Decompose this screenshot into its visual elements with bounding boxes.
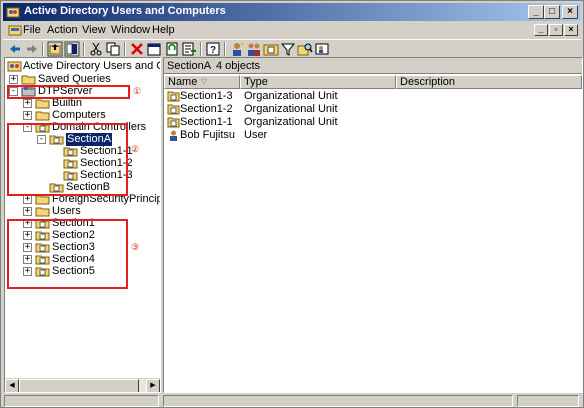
column-type[interactable]: Type (240, 75, 396, 89)
mdi-restore-button[interactable]: ▫ (549, 24, 563, 36)
title-bar[interactable]: Active Directory Users and Computers _ □… (3, 3, 581, 21)
copy-icon[interactable] (105, 41, 121, 57)
menu-help[interactable]: Help (152, 23, 175, 37)
list-item-name: Bob Fujitsu (180, 129, 236, 141)
status-bar (3, 394, 581, 408)
folder-icon (21, 75, 36, 85)
tree-horizontal-scrollbar[interactable]: ◀ ▶ (5, 378, 160, 392)
add-to-group-icon[interactable] (314, 41, 330, 57)
expand-icon[interactable]: + (23, 195, 32, 204)
folder-icon (35, 207, 50, 217)
new-group-icon[interactable] (246, 41, 262, 57)
annotation-box-1 (7, 85, 130, 99)
mmc-menu-icon[interactable] (7, 22, 23, 38)
list-item-type: User (244, 129, 268, 141)
toolbar-separator (224, 42, 226, 56)
details-location: SectionA (167, 60, 212, 72)
toolbar-separator (124, 42, 126, 56)
folder-icon (35, 111, 50, 121)
list-item[interactable]: Section1-2 Organizational Unit (164, 103, 582, 116)
toolbar-separator (83, 42, 85, 56)
scroll-thumb[interactable] (19, 379, 139, 392)
list-item-name: Section1-2 (180, 103, 233, 115)
column-name[interactable]: Name ▽ (164, 75, 240, 89)
ou-icon (167, 104, 180, 115)
forward-icon[interactable] (24, 41, 40, 57)
aduc-app-icon (6, 7, 20, 18)
toolbar-separator (200, 42, 202, 56)
menu-window[interactable]: Window (111, 23, 150, 37)
expand-icon[interactable]: + (23, 111, 32, 120)
menu-bar: File Action View Window Help _ ▫ × (3, 21, 581, 39)
delete-icon[interactable] (129, 41, 145, 57)
mdi-minimize-button[interactable]: _ (534, 24, 548, 36)
status-cell-left (4, 395, 159, 407)
aduc-root-icon (7, 61, 22, 72)
expand-icon[interactable]: + (9, 75, 18, 84)
ou-icon (167, 117, 180, 128)
details-pane: SectionA 4 objects Name ▽ Type Descripti… (163, 57, 583, 393)
status-cell-right (517, 395, 579, 407)
scroll-right-arrow-icon[interactable]: ▶ (146, 379, 160, 392)
annotation-number-2: ② (131, 144, 140, 154)
status-cell-middle (163, 395, 513, 407)
expand-icon[interactable]: + (23, 207, 32, 216)
list-item[interactable]: Bob Fujitsu User (164, 129, 582, 142)
ou-icon (167, 91, 180, 102)
sort-descending-icon: ▽ (201, 77, 208, 86)
annotation-number-3: ③ (131, 242, 140, 252)
window-title: Active Directory Users and Computers (24, 5, 226, 17)
mdi-close-button[interactable]: × (564, 24, 578, 36)
annotation-number-1: ① (133, 86, 142, 96)
filter-icon[interactable] (280, 41, 296, 57)
svg-text:?: ? (210, 45, 216, 56)
list-item-type: Organizational Unit (244, 90, 338, 102)
annotation-box-3 (7, 219, 128, 289)
column-name-label: Name (168, 76, 198, 88)
app-window: Active Directory Users and Computers _ □… (0, 0, 584, 408)
column-headers: Name ▽ Type Description (164, 75, 582, 89)
properties-icon[interactable] (146, 41, 162, 57)
find-icon[interactable] (297, 41, 313, 57)
details-header: SectionA 4 objects (164, 58, 582, 74)
list-item-name: Section1-1 (180, 116, 233, 128)
list-item-type: Organizational Unit (244, 116, 338, 128)
tree-root-label: Active Directory Users and Computer (23, 60, 160, 72)
menu-view[interactable]: View (82, 23, 106, 37)
refresh-icon[interactable] (164, 41, 180, 57)
list-item-name: Section1-3 (180, 90, 233, 102)
annotation-box-2 (7, 123, 128, 196)
toolbar: ? (3, 39, 581, 57)
list-item-type: Organizational Unit (244, 103, 338, 115)
help-icon[interactable]: ? (205, 41, 221, 57)
scroll-left-arrow-icon[interactable]: ◀ (5, 379, 19, 392)
menu-action[interactable]: Action (47, 23, 78, 37)
toolbar-separator (42, 42, 44, 56)
menu-file[interactable]: File (23, 23, 41, 37)
up-folder-icon[interactable] (47, 41, 63, 57)
show-hide-tree-icon[interactable] (64, 41, 80, 57)
list-item[interactable]: Section1-3 Organizational Unit (164, 90, 582, 103)
user-icon (170, 130, 177, 141)
folder-icon (35, 99, 50, 109)
cut-icon[interactable] (88, 41, 104, 57)
console-tree[interactable]: Active Directory Users and Computer +Sav… (4, 57, 161, 393)
expand-icon[interactable]: + (23, 99, 32, 108)
new-ou-icon[interactable] (263, 41, 279, 57)
minimize-button[interactable]: _ (528, 5, 544, 19)
back-icon[interactable] (7, 41, 23, 57)
export-list-icon[interactable] (181, 41, 197, 57)
close-button[interactable]: × (562, 5, 578, 19)
new-user-icon[interactable] (229, 41, 245, 57)
details-object-count: 4 objects (216, 60, 261, 72)
list-item[interactable]: Section1-1 Organizational Unit (164, 116, 582, 129)
column-description[interactable]: Description (396, 75, 582, 89)
maximize-button[interactable]: □ (544, 5, 560, 19)
